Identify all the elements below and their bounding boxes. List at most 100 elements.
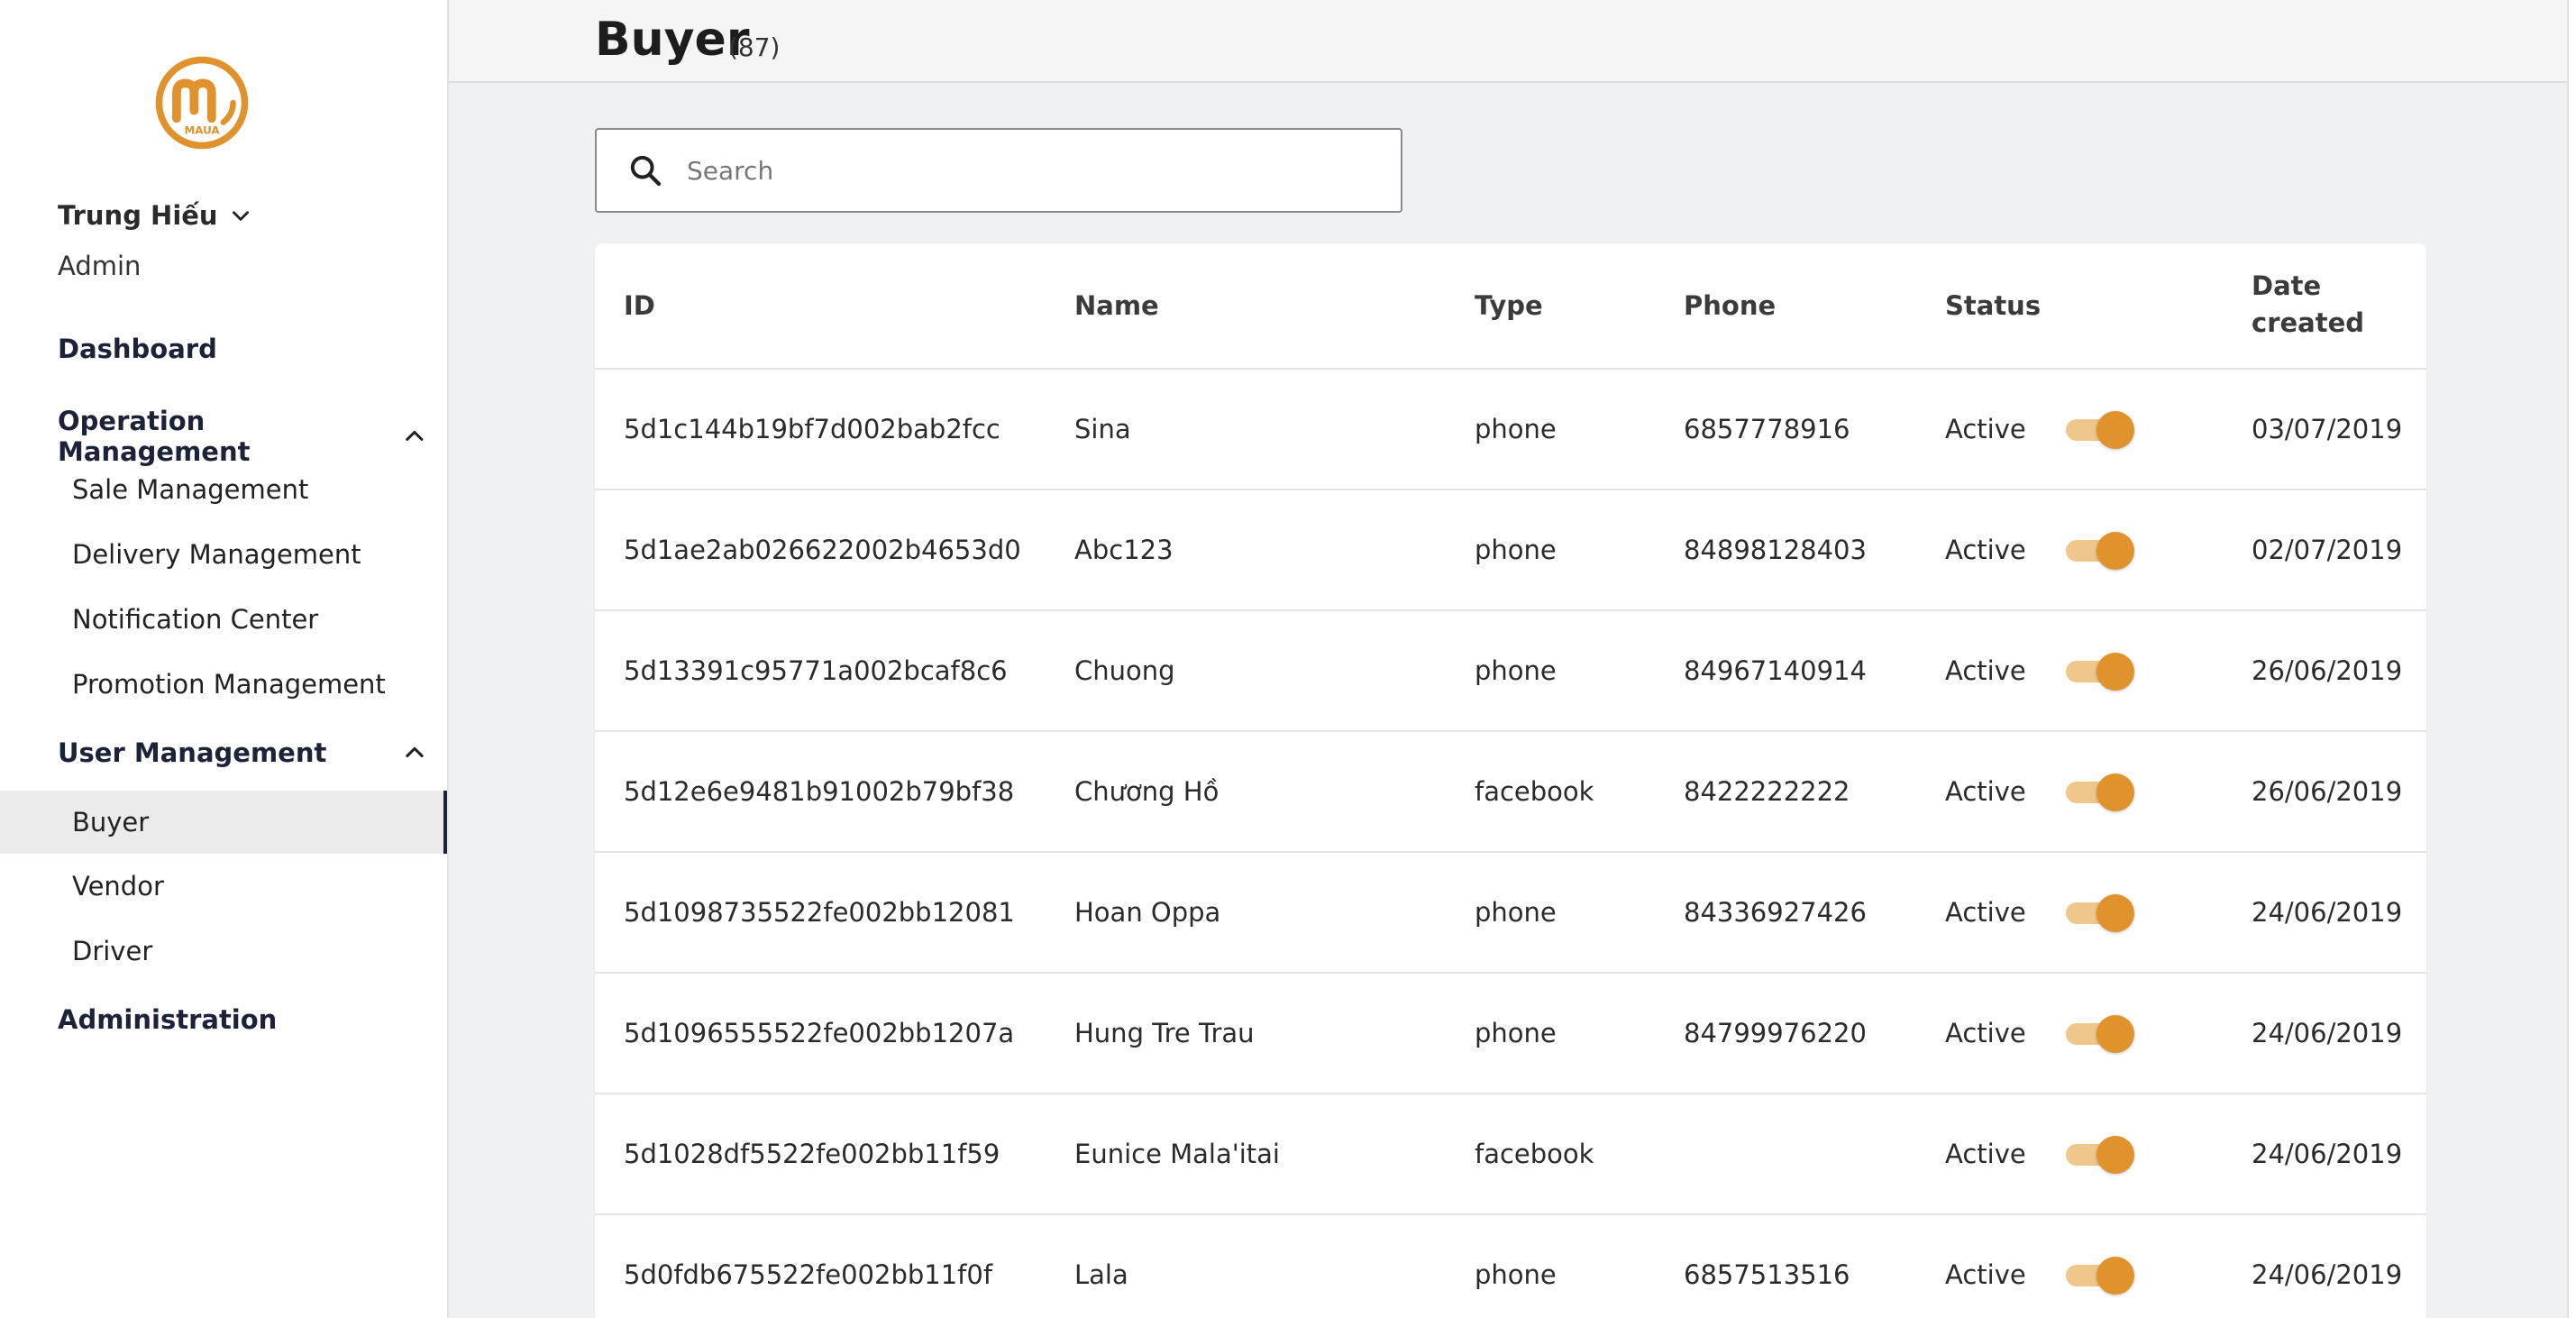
search-icon xyxy=(630,155,662,187)
table-row[interactable]: 5d1096555522fe002bb1207a Hung Tre Trau p… xyxy=(595,974,2426,1094)
cell-status: Active xyxy=(1945,414,2026,444)
table-row[interactable]: 5d1c144b19bf7d002bab2fcc Sina phone 6857… xyxy=(595,370,2426,490)
column-header-date-line2: created xyxy=(2252,307,2365,338)
column-header-status[interactable]: Status xyxy=(1945,288,2041,325)
cell-name: Sina xyxy=(1074,414,1131,444)
cell-status: Active xyxy=(1945,1018,2026,1048)
column-header-phone[interactable]: Phone xyxy=(1684,288,1776,325)
cell-date-created: 24/06/2019 xyxy=(2252,1018,2403,1048)
cell-type: phone xyxy=(1475,535,1557,565)
column-header-name[interactable]: Name xyxy=(1074,288,1159,325)
nav-item-driver[interactable]: Driver xyxy=(0,920,447,983)
nav-item-buyer[interactable]: Buyer xyxy=(0,791,447,854)
chevron-up-icon xyxy=(406,746,424,758)
app: MAUA Trung Hiếu Admin Dashboard Operatio… xyxy=(0,0,2576,1318)
cell-type: facebook xyxy=(1475,1139,1594,1169)
status-toggle[interactable] xyxy=(2066,894,2134,932)
toggle-knob xyxy=(2096,653,2134,691)
cell-type: facebook xyxy=(1475,776,1594,807)
status-toggle[interactable] xyxy=(2066,653,2134,691)
maua-logo[interactable]: MAUA xyxy=(153,54,251,151)
column-header-date-created[interactable]: Date created xyxy=(2252,268,2364,342)
cell-name: Abc123 xyxy=(1074,535,1174,565)
sidebar: MAUA Trung Hiếu Admin Dashboard Operatio… xyxy=(0,0,449,1318)
status-toggle[interactable] xyxy=(2066,1136,2134,1174)
table-row[interactable]: 5d1028df5522fe002bb11f59 Eunice Mala'ita… xyxy=(595,1094,2426,1215)
cell-status: Active xyxy=(1945,1139,2026,1169)
status-toggle[interactable] xyxy=(2066,773,2134,811)
cell-date-created: 26/06/2019 xyxy=(2252,776,2403,807)
nav-dashboard[interactable]: Dashboard xyxy=(58,334,217,364)
cell-id: 5d13391c95771a002bcaf8c6 xyxy=(624,655,1008,686)
table-row[interactable]: 5d1ae2ab026622002b4653d0 Abc123 phone 84… xyxy=(595,490,2426,611)
logo-text: MAUA xyxy=(184,124,220,137)
chevron-down-icon xyxy=(232,211,249,221)
cell-status: Active xyxy=(1945,776,2026,807)
right-rail xyxy=(2567,0,2576,1318)
cell-status: Active xyxy=(1945,655,2026,686)
nav-item-notification-center[interactable]: Notification Center xyxy=(0,588,447,651)
cell-type: phone xyxy=(1475,1018,1557,1048)
table-header: ID Name Type Phone Status Date created xyxy=(595,243,2426,370)
cell-name: Hoan Oppa xyxy=(1074,897,1221,928)
cell-date-created: 24/06/2019 xyxy=(2252,897,2403,928)
cell-id: 5d1ae2ab026622002b4653d0 xyxy=(624,535,1021,565)
status-toggle[interactable] xyxy=(2066,532,2134,570)
cell-date-created: 26/06/2019 xyxy=(2252,655,2403,686)
nav-item-sale-management[interactable]: Sale Management xyxy=(0,458,447,521)
nav-group-user-management[interactable]: User Management xyxy=(58,737,427,768)
cell-phone: 84799976220 xyxy=(1684,1018,1867,1048)
cell-type: phone xyxy=(1475,1259,1557,1290)
status-toggle[interactable] xyxy=(2066,1257,2134,1295)
cell-id: 5d12e6e9481b91002b79bf38 xyxy=(624,776,1015,807)
cell-name: Lala xyxy=(1074,1259,1128,1290)
record-count: (87) xyxy=(728,32,781,62)
cell-name: Chuong xyxy=(1074,655,1175,686)
toggle-knob xyxy=(2096,411,2134,449)
cell-id: 5d1098735522fe002bb12081 xyxy=(624,897,1015,928)
toggle-knob xyxy=(2096,532,2134,570)
column-header-date-line1: Date xyxy=(2252,270,2322,301)
table-row[interactable]: 5d1098735522fe002bb12081 Hoan Oppa phone… xyxy=(595,853,2426,974)
nav-item-vendor[interactable]: Vendor xyxy=(0,855,447,918)
status-toggle[interactable] xyxy=(2066,1015,2134,1053)
status-toggle[interactable] xyxy=(2066,411,2134,449)
nav-item-delivery-management[interactable]: Delivery Management xyxy=(0,523,447,586)
cell-id: 5d1096555522fe002bb1207a xyxy=(624,1018,1015,1048)
cell-status: Active xyxy=(1945,897,2026,928)
cell-date-created: 03/07/2019 xyxy=(2252,414,2403,444)
buyer-table: ID Name Type Phone Status Date created 5… xyxy=(595,243,2426,1318)
table-row[interactable]: 5d12e6e9481b91002b79bf38 Chương Hồ faceb… xyxy=(595,732,2426,853)
search-input[interactable] xyxy=(685,154,1374,187)
cell-phone: 6857778916 xyxy=(1684,414,1850,444)
user-name: Trung Hiếu xyxy=(58,200,218,231)
cell-type: phone xyxy=(1475,655,1557,686)
toggle-knob xyxy=(2096,894,2134,932)
toggle-knob xyxy=(2096,1015,2134,1053)
cell-id: 5d1028df5522fe002bb11f59 xyxy=(624,1139,1000,1169)
toggle-knob xyxy=(2096,773,2134,811)
cell-id: 5d1c144b19bf7d002bab2fcc xyxy=(624,414,1000,444)
cell-name: Eunice Mala'itai xyxy=(1074,1139,1280,1169)
cell-status: Active xyxy=(1945,1259,2026,1290)
search-box[interactable] xyxy=(595,128,1402,213)
toggle-knob xyxy=(2096,1136,2134,1174)
table-row[interactable]: 5d13391c95771a002bcaf8c6 Chuong phone 84… xyxy=(595,611,2426,732)
cell-type: phone xyxy=(1475,414,1557,444)
user-role: Admin xyxy=(58,251,142,281)
cell-date-created: 24/06/2019 xyxy=(2252,1259,2403,1290)
nav-administration[interactable]: Administration xyxy=(58,1004,277,1035)
toggle-knob xyxy=(2096,1257,2134,1295)
cell-phone: 8422222222 xyxy=(1684,776,1850,807)
nav-item-promotion-management[interactable]: Promotion Management xyxy=(0,653,447,716)
cell-name: Hung Tre Trau xyxy=(1074,1018,1255,1048)
column-header-type[interactable]: Type xyxy=(1475,288,1543,325)
cell-type: phone xyxy=(1475,897,1557,928)
table-row[interactable]: 5d0fdb675522fe002bb11f0f Lala phone 6857… xyxy=(595,1215,2426,1318)
user-menu[interactable]: Trung Hiếu xyxy=(58,200,252,231)
column-header-id[interactable]: ID xyxy=(624,288,655,325)
cell-id: 5d0fdb675522fe002bb11f0f xyxy=(624,1259,993,1290)
cell-phone: 84898128403 xyxy=(1684,535,1867,565)
cell-phone: 6857513516 xyxy=(1684,1259,1850,1290)
cell-phone: 84967140914 xyxy=(1684,655,1867,686)
